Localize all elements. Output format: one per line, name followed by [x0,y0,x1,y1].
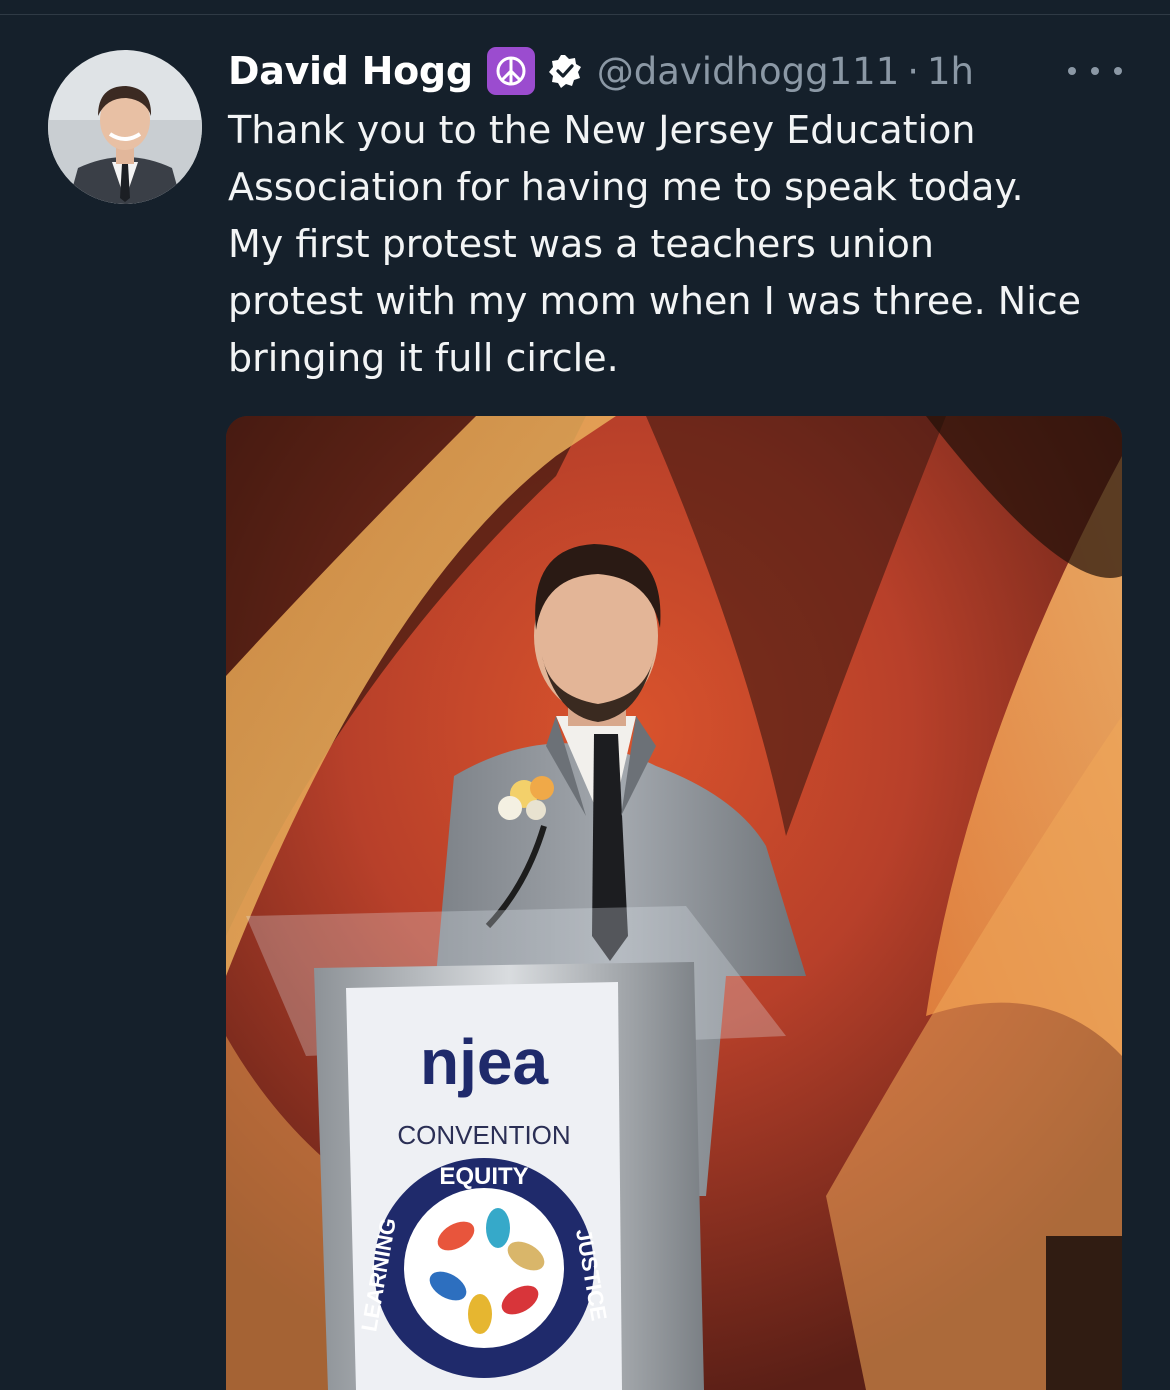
seal-word-equity: EQUITY [439,1163,528,1190]
tweet-timestamp[interactable]: 1h [927,50,974,93]
author-handle[interactable]: @davidhogg111 [597,50,900,93]
author-name[interactable]: David Hogg [228,49,473,93]
podium-subtitle: CONVENTION [397,1120,570,1150]
tweet-photo[interactable]: njea CONVENTION EQUITY JUSTICE LEARNING [226,416,1122,1390]
more-horizontal-icon[interactable] [1068,56,1122,86]
author-avatar[interactable] [48,50,202,204]
timeline-divider [0,14,1170,15]
peace-symbol-icon [486,47,535,95]
header-separator: · [907,49,920,93]
podium-brand: njea [420,1026,548,1098]
tweet-body: Thank you to the New Jersey Education As… [228,108,1082,380]
tweet-header: David Hogg @davidhogg111 · 1h [228,46,974,96]
verified-badge-icon[interactable] [547,53,583,89]
